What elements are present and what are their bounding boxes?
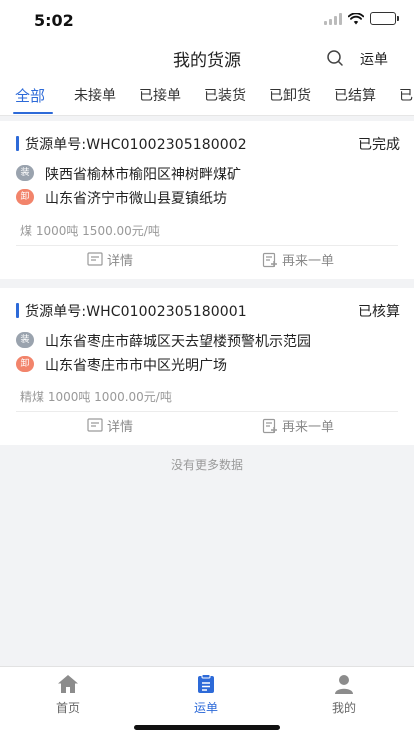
card-divider (16, 411, 398, 412)
reorder-button[interactable]: 再来一单 (262, 250, 334, 269)
active-tab-indicator (13, 112, 53, 114)
cellular-signal-icon (324, 12, 342, 25)
detail-button[interactable]: 详情 (87, 416, 133, 435)
waybill-icon (198, 674, 214, 693)
tabbar-waybill-label: 运单 (193, 701, 218, 715)
status-time: 5:02 (34, 11, 74, 30)
page-title: 我的货源 (173, 51, 241, 71)
load-address-row: 装 陕西省榆林市榆阳区神树畔煤矿 (16, 163, 400, 183)
order-status: 已核算 (358, 304, 400, 320)
order-card-header: 货源单号:WHC01002305180002 已完成 (16, 133, 400, 155)
cargo-info: 煤 1000吨 1500.00元/吨 (20, 224, 160, 238)
tabbar-home[interactable]: 首页 (28, 673, 108, 716)
unload-address-row: 卸 山东省枣庄市市中区光明广场 (16, 354, 400, 374)
card-divider (16, 245, 398, 246)
load-badge: 装 (16, 165, 34, 181)
wifi-icon (348, 12, 364, 24)
tab-settled[interactable]: 已结算 (334, 85, 376, 105)
tabbar-profile-label: 我的 (331, 701, 356, 715)
load-address-row: 装 山东省枣庄市薛城区天去望楼预警机示范园 (16, 330, 400, 350)
load-address: 陕西省榆林市榆阳区神树畔煤矿 (45, 167, 241, 183)
tabbar-home-label: 首页 (55, 701, 80, 715)
home-icon (58, 675, 78, 693)
tab-not-accepted[interactable]: 未接单 (74, 85, 116, 105)
unload-address: 山东省济宁市微山县夏镇纸坊 (45, 191, 227, 207)
load-address: 山东省枣庄市薛城区天去望楼预警机示范园 (45, 334, 311, 350)
home-indicator (134, 725, 280, 730)
tabbar-waybill[interactable]: 运单 (166, 673, 246, 716)
cargo-info: 精煤 1000吨 1000.00元/吨 (20, 390, 172, 404)
reorder-icon (262, 252, 277, 267)
battery-icon (370, 12, 399, 25)
order-card[interactable]: 货源单号:WHC01002305180002 已完成 装 陕西省榆林市榆阳区神树… (0, 121, 414, 279)
order-accent-bar (16, 136, 19, 151)
reorder-icon (262, 418, 277, 433)
order-id: 货源单号:WHC01002305180001 (25, 304, 247, 320)
unload-address: 山东省枣庄市市中区光明广场 (45, 358, 227, 374)
unload-badge: 卸 (16, 189, 34, 205)
order-accent-bar (16, 303, 19, 318)
detail-label: 详情 (107, 254, 134, 269)
tabbar-profile[interactable]: 我的 (304, 673, 384, 716)
tab-partial[interactable]: 已 (399, 85, 413, 105)
status-tabs: 全部 未接单 已接单 已装货 已卸货 已结算 已 (0, 76, 414, 116)
unload-badge: 卸 (16, 356, 34, 372)
status-icons (324, 12, 399, 25)
tab-accepted[interactable]: 已接单 (139, 85, 181, 105)
tab-loaded[interactable]: 已装货 (204, 85, 246, 105)
reorder-label: 再来一单 (282, 254, 335, 269)
waybill-nav-button[interactable]: 运单 (360, 49, 388, 69)
tab-unloaded[interactable]: 已卸货 (269, 85, 311, 105)
detail-label: 详情 (107, 420, 134, 435)
order-status: 已完成 (358, 137, 400, 153)
reorder-label: 再来一单 (282, 420, 335, 435)
tab-all[interactable]: 全部 (15, 85, 45, 106)
status-bar: 5:02 (0, 0, 414, 40)
order-card[interactable]: 货源单号:WHC01002305180001 已核算 装 山东省枣庄市薛城区天去… (0, 288, 414, 445)
detail-icon (87, 418, 103, 432)
unload-address-row: 卸 山东省济宁市微山县夏镇纸坊 (16, 187, 400, 207)
detail-button[interactable]: 详情 (87, 250, 133, 269)
search-icon[interactable] (326, 49, 344, 67)
no-more-data-text: 没有更多数据 (170, 458, 243, 472)
load-badge: 装 (16, 332, 34, 348)
detail-icon (87, 252, 103, 266)
profile-icon (335, 675, 353, 694)
order-card-header: 货源单号:WHC01002305180001 已核算 (16, 300, 400, 322)
order-id: 货源单号:WHC01002305180002 (25, 137, 247, 153)
reorder-button[interactable]: 再来一单 (262, 416, 334, 435)
nav-bar: 我的货源 运单 (0, 40, 414, 76)
